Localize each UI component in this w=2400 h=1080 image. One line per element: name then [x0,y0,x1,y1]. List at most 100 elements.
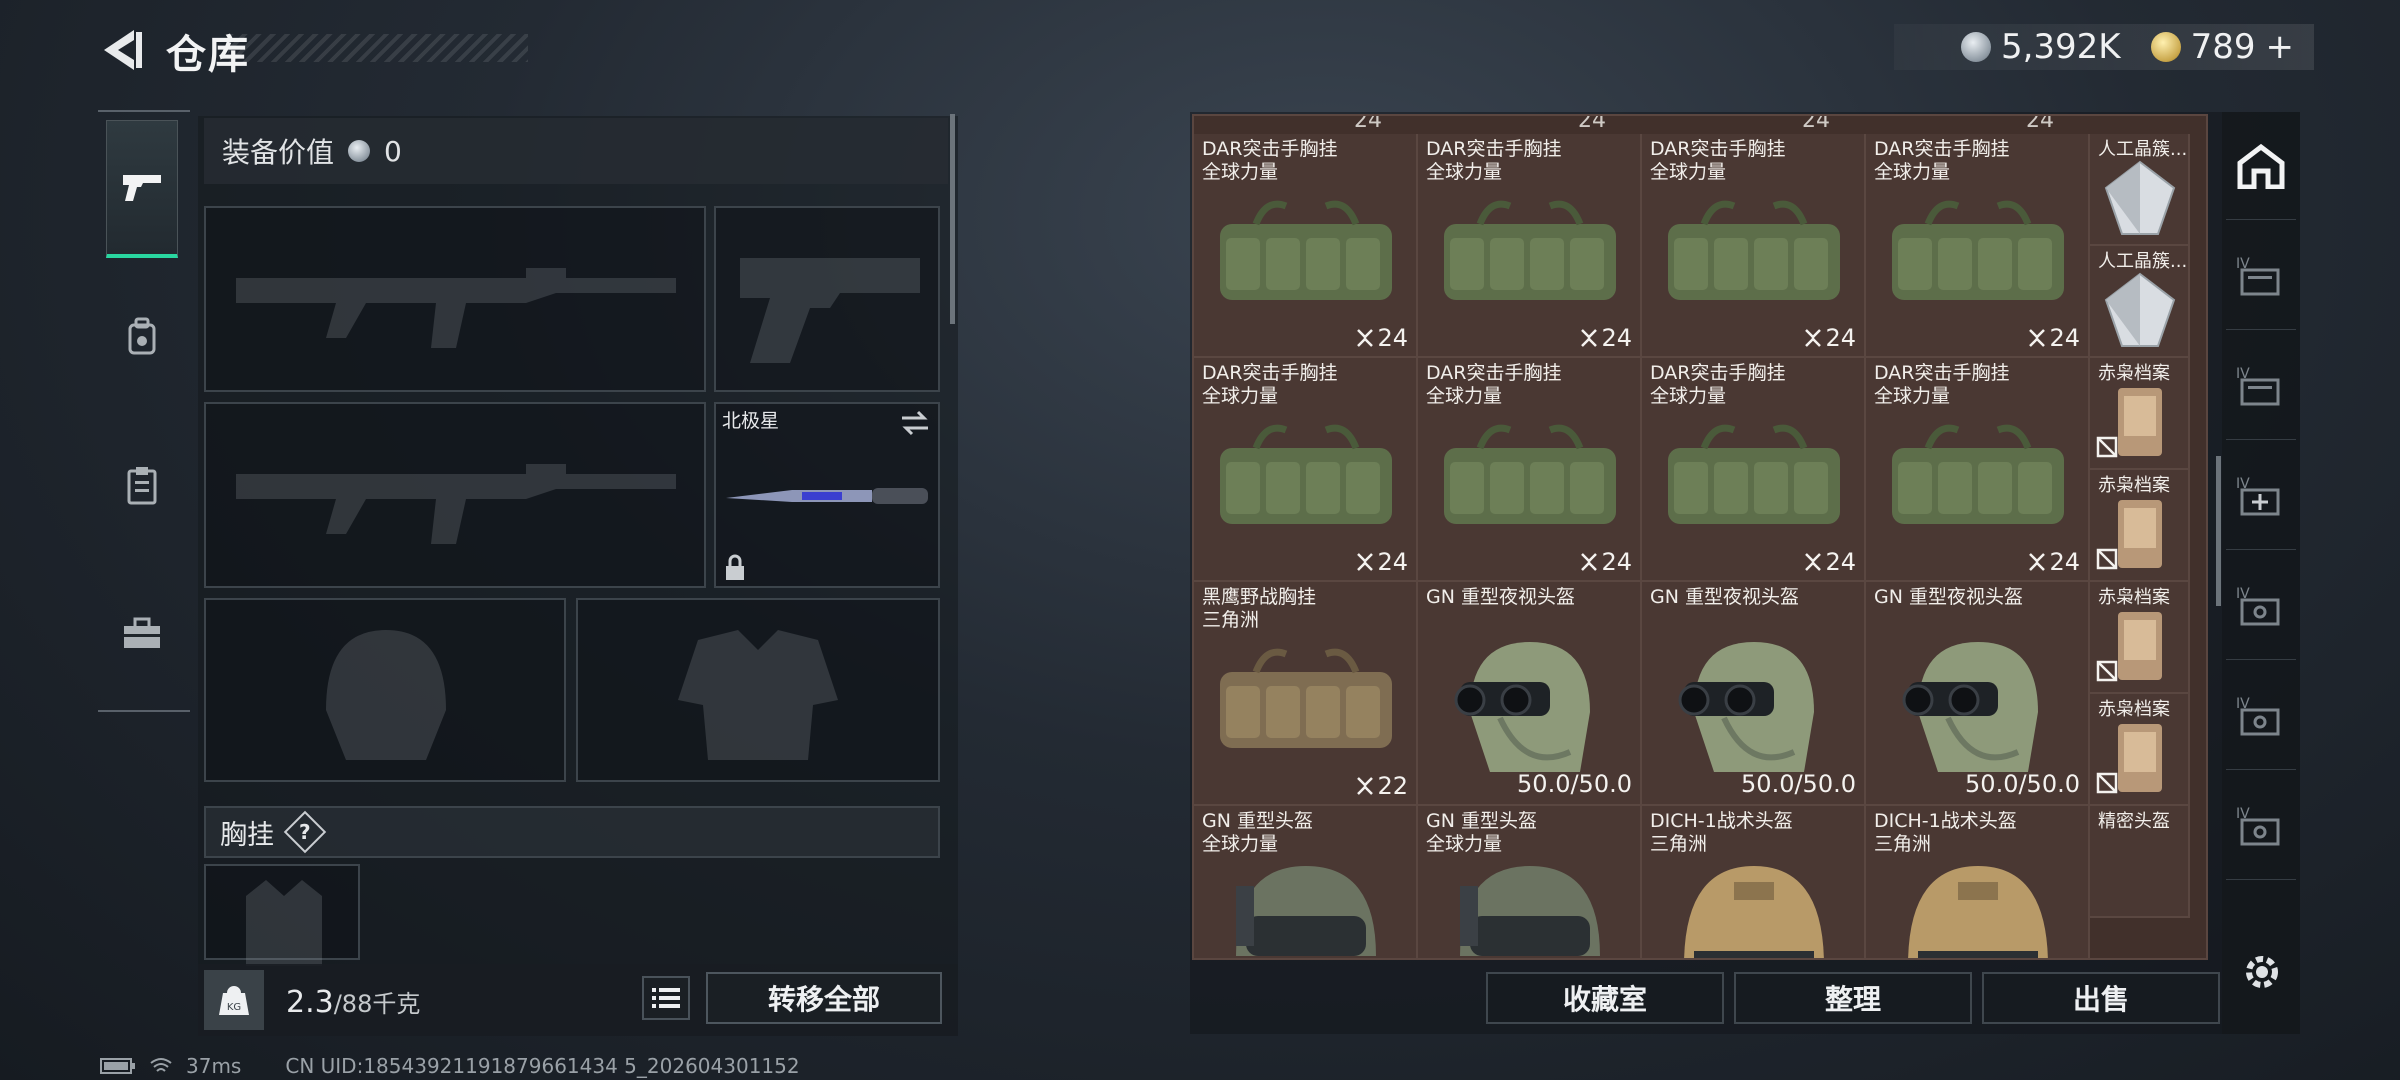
helmet-slot[interactable] [204,598,566,782]
rig-item-icon [1878,184,2078,318]
inventory-item-small[interactable]: 人工晶簇... [2090,134,2190,246]
inventory-item-small[interactable]: 精密头盔 [2090,806,2190,918]
safe-box-icon: IV [2236,586,2280,625]
pistol-slot[interactable] [714,206,940,392]
inventory-item[interactable]: DAR突击手胸挂 全球力量 24 [1866,134,2090,358]
item-count: 24 [1356,324,1408,352]
no-insure-icon [2096,660,2118,686]
tab-safe-2[interactable]: IV [2226,662,2296,770]
item-name: DAR突击手胸挂 全球力量 [1426,362,1562,407]
ping-value: 37ms [186,1054,242,1078]
stack-icon [1357,553,1374,571]
tan-helmet-item-icon [1654,856,1834,958]
gold-plus: + [2265,27,2295,67]
item-name: 黑鹰野战胸挂 三角洲 [1202,586,1317,631]
item-name: DAR突击手胸挂 全球力量 [1650,362,1786,407]
title-stripe [228,34,528,62]
swap-icon[interactable] [900,410,930,436]
rig-item-icon [1206,408,1406,542]
warehouse-grid: 24 24 24 24 DAR突击手胸挂 全球力量 24 DAR突击手胸挂 全球力量… [1192,114,2208,960]
inventory-item[interactable]: GN 重型头盔 全球力量 [1194,806,1418,958]
storage-box-icon: IV [2236,366,2280,405]
inventory-item[interactable]: DAR突击手胸挂 全球力量 24 [1642,358,1866,582]
warehouse-scrollbar[interactable] [2216,456,2221,606]
inventory-item[interactable]: DAR突击手胸挂 全球力量 24 [1418,134,1642,358]
gold-coin-icon [2150,32,2181,62]
item-count: 24 [1802,114,1830,133]
inventory-item[interactable]: GN 重型头盔 全球力量 [1418,806,1642,958]
armor-silhouette-icon [678,630,838,760]
item-count: 24 [1354,114,1382,133]
chest-rig-header: 胸挂 ? [204,806,940,858]
inventory-item[interactable]: DAR突击手胸挂 全球力量 24 [1642,134,1866,358]
equipment-value-row: 装备价值 0 [204,118,948,184]
item-name: GN 重型夜视头盔 [1874,586,2023,608]
safe-box-icon: IV [2236,696,2280,735]
gold-currency[interactable]: 789 + [2150,27,2295,67]
silver-currency[interactable]: 5,392K [1960,27,2121,67]
item-name: GN 重型夜视头盔 [1650,586,1799,608]
svg-text:KG: KG [227,1002,241,1013]
tab-toolbox[interactable] [106,564,178,702]
primary-weapon-slot[interactable] [204,206,706,392]
melee-slot[interactable]: 北极星 [714,402,940,588]
item-name: GN 重型头盔 全球力量 [1202,810,1313,855]
tab-safe-1[interactable]: IV [2226,552,2296,660]
nvg-item-icon [1430,632,1610,786]
secondary-weapon-slot[interactable] [204,402,706,588]
tab-safe-3[interactable]: IV [2226,772,2296,880]
stack-icon [1357,329,1374,347]
currency-bar: 5,392K 789 + [1894,24,2314,70]
tab-weapons[interactable] [106,120,178,258]
list-view-button[interactable] [642,976,690,1020]
no-insure-icon [2096,772,2118,798]
back-button[interactable] [100,24,144,76]
inventory-item-small[interactable]: 赤枭档案 [2090,582,2190,694]
sell-button[interactable]: 出售 [1982,972,2220,1024]
heavy-helmet-item-icon [1430,856,1610,958]
item-durability: 50.0/50.0 [1965,770,2080,798]
back-arrow-icon [104,30,142,70]
tab-backpack[interactable] [106,268,178,406]
inventory-item[interactable]: GN 重型夜视头盔 50.0/50.0 [1642,582,1866,806]
inventory-item[interactable]: DICH-1战术头盔 三角洲 [1642,806,1866,958]
inventory-item-small[interactable]: 赤枭档案 [2090,694,2190,806]
help-icon[interactable]: ? [283,810,327,854]
list-icon [652,988,680,1008]
item-name: DAR突击手胸挂 全球力量 [1202,138,1338,183]
transfer-all-button[interactable]: 转移全部 [706,972,942,1024]
settings-button[interactable] [2238,948,2286,996]
file-item-icon [2110,382,2170,466]
armor-slot[interactable] [576,598,940,782]
inventory-item[interactable]: GN 重型夜视头盔 50.0/50.0 [1418,582,1642,806]
inventory-item[interactable]: DAR突击手胸挂 全球力量 24 [1194,134,1418,358]
item-name: DAR突击手胸挂 全球力量 [1426,138,1562,183]
item-name: 赤枭档案 [2098,363,2170,384]
inventory-item[interactable]: DAR突击手胸挂 全球力量 24 [1866,358,2090,582]
stack-icon [1581,329,1598,347]
stack-icon [2029,329,2046,347]
rig-item-icon [1206,184,1406,318]
rig-item-icon [1654,408,1854,542]
file-item-icon [2110,718,2170,802]
inventory-item-small[interactable]: 赤枭档案 [2090,358,2190,470]
tab-warehouse-home[interactable] [2226,112,2296,220]
inventory-item[interactable]: DAR突击手胸挂 全球力量 24 [1194,358,1418,582]
inventory-item[interactable]: 黑鹰野战胸挂 三角洲 22 [1194,582,1418,806]
tab-clipboard[interactable] [106,416,178,554]
chest-rig-slot[interactable] [204,864,360,966]
inventory-item[interactable]: DAR突击手胸挂 全球力量 24 [1418,358,1642,582]
inventory-item[interactable]: DICH-1战术头盔 三角洲 [1866,806,2090,958]
tab-add-storage[interactable]: IV [2226,442,2296,550]
rifle-silhouette-icon [236,464,676,544]
inventory-item[interactable]: GN 重型夜视头盔 50.0/50.0 [1866,582,2090,806]
tab-storage-1[interactable]: IV [2226,222,2296,330]
lock-icon [726,554,744,580]
inventory-item-small[interactable]: 人工晶簇... [2090,246,2190,358]
collection-room-button[interactable]: 收藏室 [1486,972,1724,1024]
organize-button[interactable]: 整理 [1734,972,1972,1024]
loadout-scrollbar[interactable] [950,114,955,324]
add-storage-icon: IV [2236,476,2280,515]
tab-storage-2[interactable]: IV [2226,332,2296,440]
inventory-item-small[interactable]: 赤枭档案 [2090,470,2190,582]
